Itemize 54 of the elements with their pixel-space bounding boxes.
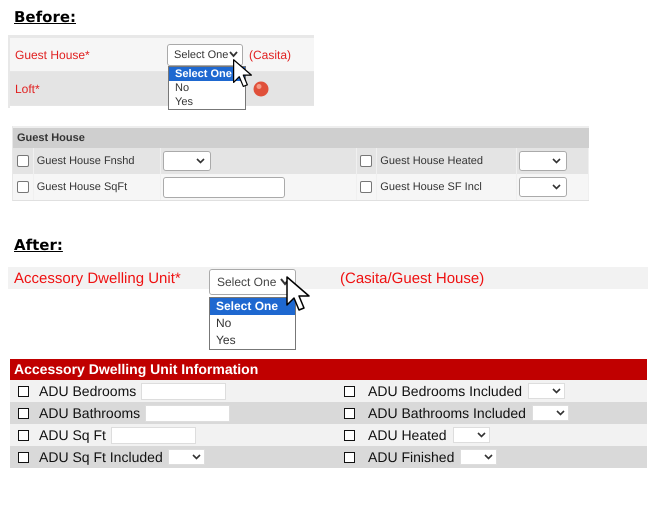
table-header: Guest House: [13, 126, 589, 148]
field-label: Accessory Dwelling Unit*: [13, 270, 182, 286]
dropdown-option[interactable]: No: [210, 315, 295, 332]
field-label: ADU Sq Ft Included: [39, 449, 163, 465]
field-label: Guest House SqFt: [34, 174, 161, 200]
select-field[interactable]: [162, 151, 211, 171]
field-label: ADU Bedrooms: [39, 383, 136, 399]
chevron-icon: [476, 432, 486, 438]
field-label: ADU Bathrooms: [39, 405, 140, 421]
checkbox[interactable]: [18, 408, 29, 418]
field-label: Loft*: [14, 82, 41, 96]
select-field[interactable]: Select One: [209, 269, 296, 295]
checkbox[interactable]: [344, 408, 355, 418]
section-heading: After:: [14, 236, 64, 256]
chevron-icon: [552, 184, 562, 190]
dropdown-list[interactable]: Select One No Yes: [168, 66, 246, 110]
checkbox[interactable]: [18, 430, 29, 440]
dropdown-option[interactable]: Select One: [210, 298, 295, 315]
input-field[interactable]: [162, 176, 285, 198]
dropdown-list[interactable]: Select One No Yes: [209, 297, 296, 350]
select-field[interactable]: [519, 177, 568, 197]
checkbox[interactable]: [16, 181, 29, 193]
checkbox[interactable]: [18, 452, 29, 462]
select-field[interactable]: Select One: [167, 44, 243, 66]
checkbox[interactable]: [360, 155, 372, 167]
dropdown-option[interactable]: No: [169, 81, 245, 95]
chevron-icon: [229, 51, 238, 58]
checkbox[interactable]: [344, 452, 355, 462]
chevron-icon: [552, 388, 562, 394]
chevron-icon: [556, 410, 565, 416]
field-label: ADU Bedrooms Included: [368, 383, 522, 399]
checkbox[interactable]: [16, 155, 29, 167]
field-note: (Casita): [249, 48, 292, 62]
chevron-icon: [192, 454, 201, 460]
pointer-icon: [285, 275, 311, 313]
field-label: Guest House SF Incl: [377, 174, 518, 200]
checkbox[interactable]: [18, 386, 29, 396]
dropdown-option[interactable]: Yes: [210, 332, 295, 349]
checkbox[interactable]: [344, 386, 355, 396]
section-heading: Before:: [14, 8, 78, 28]
field-label: ADU Heated: [368, 427, 447, 443]
field-note: (Casita/Guest House): [340, 270, 484, 286]
field-label: ADU Bathrooms Included: [368, 405, 526, 421]
chevron-icon: [196, 158, 205, 164]
select-field[interactable]: [519, 151, 568, 171]
field-label: ADU Finished: [368, 449, 454, 465]
checkbox[interactable]: [344, 430, 355, 440]
dropdown-option[interactable]: Yes: [169, 95, 245, 109]
chevron-icon: [552, 158, 562, 164]
field-label: Guest House*: [14, 48, 91, 62]
chevron-icon: [484, 454, 494, 460]
table-header: Accessory Dwelling Unit Information: [10, 359, 647, 380]
field-label: ADU Sq Ft: [39, 427, 106, 443]
checkbox[interactable]: [360, 181, 372, 193]
